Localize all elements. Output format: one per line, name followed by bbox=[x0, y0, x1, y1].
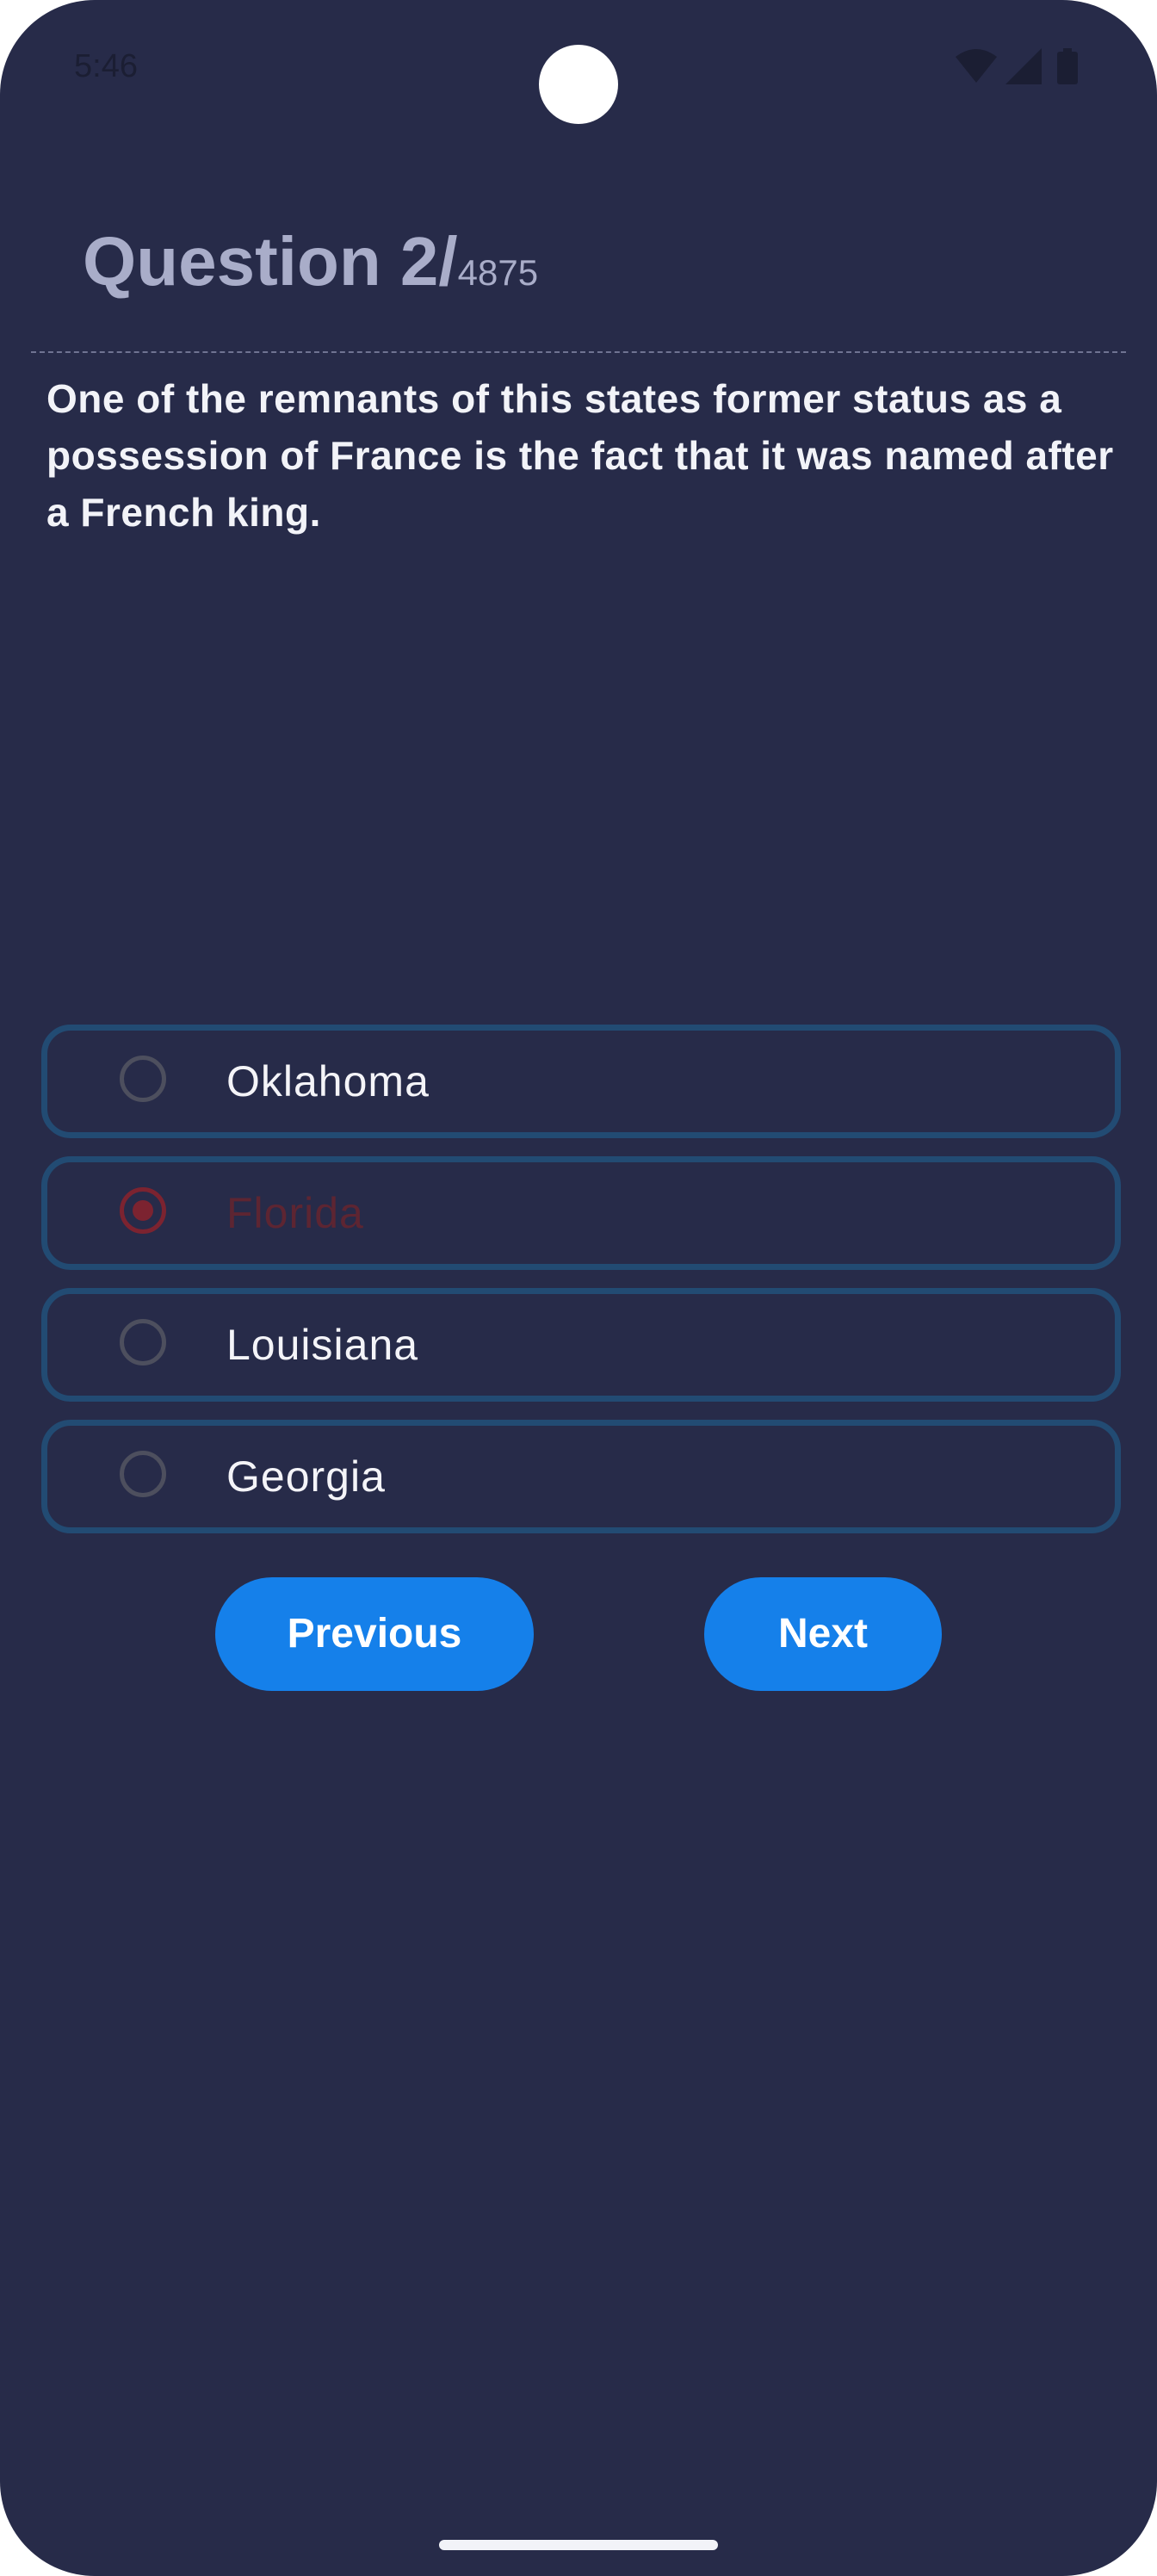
camera-cutout bbox=[539, 45, 618, 124]
question-counter: Question 2/4875 bbox=[83, 222, 538, 301]
home-indicator[interactable] bbox=[439, 2540, 718, 2550]
radio-button-selected[interactable] bbox=[120, 1187, 166, 1234]
option-louisiana[interactable]: Louisiana bbox=[41, 1288, 1121, 1402]
status-icons bbox=[956, 48, 1085, 84]
radio-button[interactable] bbox=[120, 1319, 166, 1365]
question-number: Question 2/ bbox=[83, 223, 458, 300]
option-georgia[interactable]: Georgia bbox=[41, 1420, 1121, 1533]
next-button[interactable]: Next bbox=[704, 1577, 942, 1691]
question-total: 4875 bbox=[457, 252, 539, 293]
quiz-screen: 5:46 Question 2/4875 One of the remnants… bbox=[0, 0, 1157, 2576]
battery-icon bbox=[1057, 48, 1078, 84]
radio-button[interactable] bbox=[120, 1451, 166, 1497]
wifi-icon bbox=[956, 49, 997, 83]
option-label: Georgia bbox=[226, 1452, 386, 1501]
option-label: Oklahoma bbox=[226, 1057, 430, 1105]
option-oklahoma[interactable]: Oklahoma bbox=[41, 1025, 1121, 1138]
previous-button[interactable]: Previous bbox=[215, 1577, 534, 1691]
radio-button[interactable] bbox=[120, 1056, 166, 1102]
signal-icon bbox=[1005, 48, 1042, 84]
option-florida[interactable]: Florida bbox=[41, 1156, 1121, 1270]
option-label: Louisiana bbox=[226, 1321, 419, 1369]
option-label: Florida bbox=[226, 1189, 364, 1237]
status-time: 5:46 bbox=[74, 48, 138, 84]
question-text: One of the remnants of this states forme… bbox=[46, 376, 1114, 535]
header-divider bbox=[31, 351, 1126, 353]
